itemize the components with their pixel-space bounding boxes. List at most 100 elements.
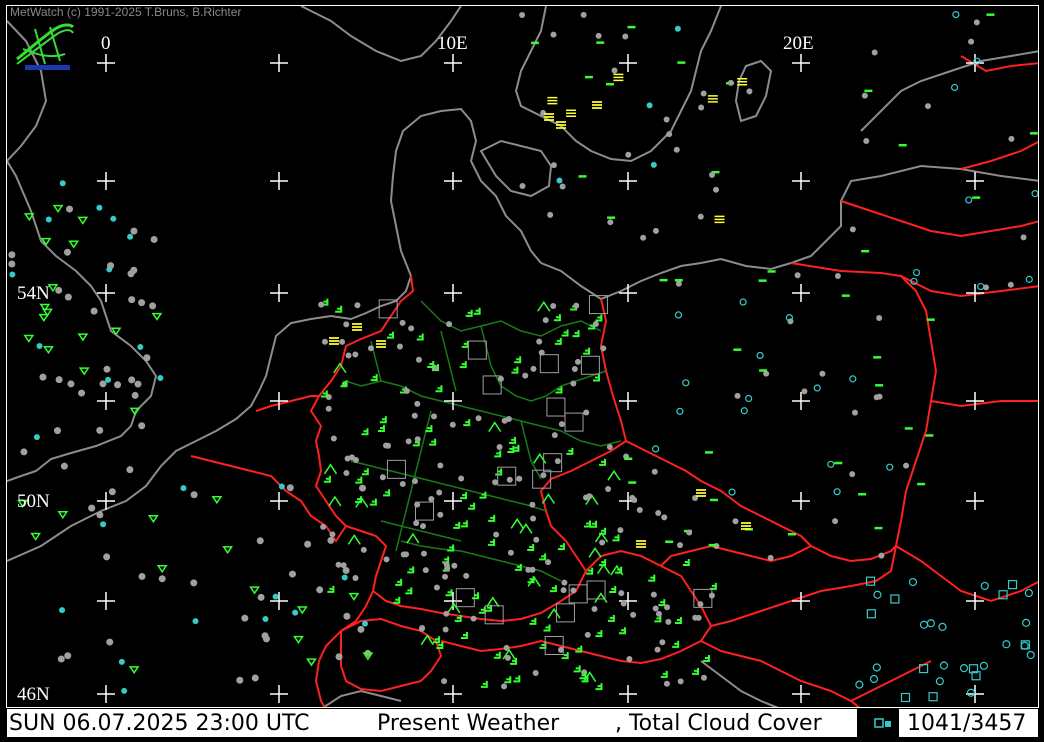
station-marker-icon[interactable] — [591, 605, 598, 612]
station-marker-icon[interactable] — [672, 640, 680, 648]
station-marker-icon[interactable] — [550, 162, 557, 169]
station-marker-icon[interactable] — [660, 670, 668, 678]
station-marker-icon[interactable] — [626, 655, 633, 662]
station-marker-icon[interactable] — [530, 365, 537, 372]
station-marker-icon[interactable] — [612, 534, 620, 542]
station-marker-icon[interactable] — [403, 388, 410, 395]
weather-symbol-icon[interactable] — [592, 101, 602, 109]
station-marker-icon[interactable] — [190, 579, 198, 587]
station-marker-icon[interactable] — [714, 215, 725, 224]
station-marker-icon[interactable] — [674, 25, 681, 32]
station-marker-icon[interactable] — [327, 536, 335, 544]
station-marker-icon[interactable] — [630, 611, 637, 618]
station-marker-icon[interactable] — [335, 305, 343, 313]
station-marker-icon[interactable] — [340, 562, 347, 569]
station-marker-icon[interactable] — [143, 354, 151, 362]
station-marker-icon[interactable] — [360, 546, 367, 553]
station-marker-icon[interactable] — [501, 683, 508, 690]
station-marker-icon[interactable] — [57, 655, 65, 663]
station-marker-icon[interactable] — [383, 489, 391, 497]
station-marker-icon[interactable] — [697, 601, 704, 608]
station-marker-icon[interactable] — [447, 602, 461, 614]
station-marker-icon[interactable] — [420, 550, 427, 557]
station-marker-icon[interactable] — [866, 609, 876, 619]
station-marker-icon[interactable] — [386, 459, 406, 479]
station-marker-icon[interactable] — [600, 345, 607, 352]
station-marker-icon[interactable] — [262, 635, 270, 643]
station-marker-icon[interactable] — [554, 337, 562, 345]
station-marker-icon[interactable] — [257, 593, 265, 601]
station-marker-icon[interactable] — [973, 19, 980, 26]
station-marker-icon[interactable] — [543, 624, 551, 632]
station-marker-icon[interactable] — [379, 474, 386, 481]
station-marker-icon[interactable] — [444, 565, 451, 572]
station-marker-icon[interactable] — [739, 298, 747, 306]
station-marker-icon[interactable] — [347, 534, 361, 545]
station-marker-icon[interactable] — [654, 646, 661, 653]
station-marker-icon[interactable] — [903, 462, 910, 469]
station-marker-icon[interactable] — [222, 546, 234, 555]
station-marker-icon[interactable] — [745, 394, 753, 403]
station-marker-icon[interactable] — [607, 614, 615, 622]
station-marker-icon[interactable] — [659, 639, 666, 646]
station-marker-icon[interactable] — [383, 556, 390, 563]
station-marker-icon[interactable] — [447, 544, 455, 552]
station-marker-icon[interactable] — [96, 511, 104, 519]
station-marker-icon[interactable] — [100, 521, 107, 528]
station-marker-icon[interactable] — [727, 79, 734, 86]
station-marker-icon[interactable] — [451, 562, 458, 569]
station-marker-icon[interactable] — [157, 375, 164, 382]
station-marker-icon[interactable] — [339, 338, 346, 345]
station-marker-icon[interactable] — [599, 539, 606, 546]
station-marker-icon[interactable] — [493, 531, 500, 538]
station-marker-icon[interactable] — [682, 558, 690, 566]
station-marker-icon[interactable] — [583, 347, 591, 355]
station-marker-icon[interactable] — [665, 618, 672, 625]
station-marker-icon[interactable] — [405, 587, 413, 595]
station-marker-icon[interactable] — [652, 605, 659, 612]
station-marker-icon[interactable] — [700, 674, 707, 681]
station-marker-icon[interactable] — [370, 374, 378, 382]
station-marker-icon[interactable] — [834, 272, 841, 279]
station-marker-icon[interactable] — [542, 317, 549, 324]
station-marker-icon[interactable] — [547, 96, 558, 105]
weather-symbol-icon[interactable] — [544, 113, 554, 121]
station-marker-icon[interactable] — [767, 554, 774, 561]
station-marker-icon[interactable] — [573, 302, 580, 309]
station-marker-icon[interactable] — [361, 428, 369, 436]
station-marker-icon[interactable] — [663, 116, 670, 123]
station-marker-icon[interactable] — [77, 216, 89, 225]
station-marker-icon[interactable] — [869, 674, 879, 684]
station-marker-icon[interactable] — [676, 407, 684, 415]
station-marker-icon[interactable] — [429, 438, 437, 446]
weather-symbol-icon[interactable] — [329, 337, 339, 345]
station-marker-icon[interactable] — [396, 343, 403, 350]
station-marker-icon[interactable] — [468, 502, 476, 510]
station-marker-icon[interactable] — [442, 626, 449, 633]
station-marker-icon[interactable] — [557, 543, 565, 551]
station-marker-icon[interactable] — [575, 645, 583, 653]
station-marker-icon[interactable] — [510, 518, 524, 529]
station-marker-icon[interactable] — [256, 537, 264, 545]
station-marker-icon[interactable] — [559, 183, 566, 190]
station-marker-icon[interactable] — [393, 596, 401, 604]
station-marker-icon[interactable] — [445, 589, 453, 597]
station-marker-icon[interactable] — [304, 540, 312, 548]
station-marker-icon[interactable] — [496, 443, 503, 450]
station-marker-icon[interactable] — [938, 622, 947, 631]
station-marker-icon[interactable] — [574, 358, 581, 365]
station-marker-icon[interactable] — [613, 73, 624, 82]
station-marker-icon[interactable] — [1022, 618, 1031, 628]
station-marker-icon[interactable] — [533, 536, 540, 543]
station-marker-icon[interactable] — [709, 171, 716, 178]
station-marker-icon[interactable] — [652, 227, 659, 234]
station-marker-icon[interactable] — [580, 355, 600, 375]
station-marker-icon[interactable] — [78, 389, 86, 397]
station-marker-icon[interactable] — [640, 234, 647, 241]
station-marker-icon[interactable] — [340, 380, 348, 388]
station-marker-icon[interactable] — [422, 567, 429, 574]
station-marker-icon[interactable] — [272, 593, 279, 600]
station-marker-icon[interactable] — [813, 384, 821, 392]
station-marker-icon[interactable] — [38, 313, 50, 322]
station-marker-icon[interactable] — [352, 457, 359, 464]
